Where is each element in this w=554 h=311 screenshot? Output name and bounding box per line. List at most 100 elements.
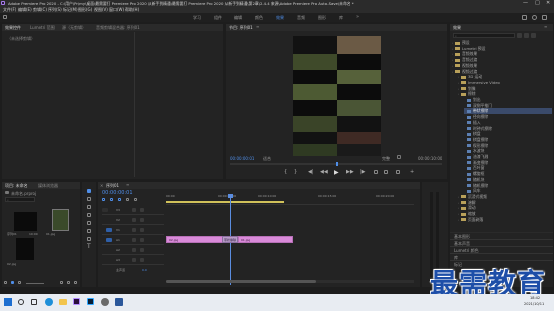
panel-menu-icon[interactable]: ≡ <box>544 24 547 29</box>
edge-icon[interactable] <box>45 298 53 306</box>
tab-source[interactable]: 源（无剪辑） <box>62 25 86 31</box>
timeline-scrollbar[interactable] <box>166 280 414 283</box>
export-frame-icon[interactable] <box>396 170 400 174</box>
project-item[interactable] <box>16 238 34 260</box>
razor-tool-icon[interactable] <box>87 213 91 217</box>
source-patch-v1[interactable] <box>106 228 112 232</box>
step-back-icon[interactable]: ◀| <box>308 169 314 175</box>
selection-tool-icon[interactable] <box>87 189 91 193</box>
add-button-icon[interactable]: + <box>410 169 414 175</box>
settings-wrench-icon[interactable] <box>397 155 401 159</box>
source-patch-a1[interactable] <box>106 238 112 242</box>
clip-02[interactable]: 02.jpg <box>166 236 226 243</box>
program-scrubber[interactable] <box>230 162 442 166</box>
panel-menu-icon[interactable]: ≡ <box>256 24 259 29</box>
toggle-output-icon[interactable] <box>132 208 136 212</box>
add-marker-icon[interactable] <box>126 198 129 201</box>
search-icon[interactable] <box>532 15 537 20</box>
mute-icon[interactable] <box>132 238 136 242</box>
work-area-bar[interactable] <box>166 201 284 203</box>
tab-project[interactable]: 项目: 未命名 <box>5 183 28 189</box>
icon-view-icon[interactable] <box>18 281 21 284</box>
timeline-sequence-tab[interactable]: 序列01 <box>106 183 119 189</box>
yuv-icon[interactable] <box>531 33 536 38</box>
linked-selection-icon[interactable] <box>118 198 121 201</box>
clock-date[interactable]: 2021/10/11 <box>524 302 544 306</box>
play-icon[interactable]: ▶ <box>334 169 339 176</box>
solo-icon[interactable] <box>140 258 144 262</box>
ripple-edit-tool-icon[interactable] <box>87 205 91 209</box>
workspace-tab-assembly[interactable]: 组件 <box>214 15 222 21</box>
effects-title[interactable]: 效果 <box>453 25 461 31</box>
transition-band-wipe[interactable]: 带状擦除 <box>222 236 238 243</box>
clip-01[interactable]: 01.jpg <box>238 236 293 243</box>
tab-media-browser[interactable]: 媒体浏览器 <box>38 183 58 189</box>
playhead-handle[interactable] <box>228 194 233 198</box>
lock-icon[interactable] <box>4 281 7 284</box>
timeline-ruler[interactable]: 00:00 00:00:05:00 00:00:10:00 00:00:15:0… <box>166 191 414 205</box>
nest-icon[interactable] <box>102 198 105 201</box>
hand-tool-icon[interactable] <box>87 237 91 241</box>
accelerated-effects-icon[interactable] <box>517 33 522 38</box>
task-view-icon[interactable] <box>31 299 37 305</box>
workspace-tab-audio[interactable]: 音频 <box>297 15 305 21</box>
workspace-tab-graphics[interactable]: 图形 <box>318 15 326 21</box>
workspace-tab-color[interactable]: 颜色 <box>255 15 263 21</box>
project-item[interactable] <box>14 212 37 231</box>
forward-icon[interactable]: ▶▶ <box>346 169 354 175</box>
tab-lumetri-scopes[interactable]: Lumetri 范围 <box>30 25 55 31</box>
word-icon[interactable] <box>115 298 123 306</box>
type-tool-icon[interactable]: T <box>87 243 91 250</box>
premiere-taskbar-icon[interactable] <box>73 298 80 305</box>
rewind-icon[interactable]: ◀◀ <box>320 169 328 175</box>
panel-menu-icon[interactable]: ≡ <box>126 182 129 187</box>
snap-icon[interactable] <box>110 198 113 201</box>
quality-dropdown[interactable]: 完整 <box>382 156 390 162</box>
mute-icon[interactable] <box>132 258 136 262</box>
close-tab-icon[interactable]: ✕ <box>100 183 105 188</box>
lift-icon[interactable] <box>374 170 378 174</box>
program-monitor-title[interactable]: 节目: 序列01 <box>229 25 253 31</box>
clock-time[interactable]: 18:42 <box>530 296 540 300</box>
slip-tool-icon[interactable] <box>87 221 91 225</box>
mark-in-icon[interactable]: { <box>284 169 287 175</box>
home-icon[interactable] <box>3 15 7 19</box>
windows-start-icon[interactable] <box>4 298 12 306</box>
workspace-tab-effects[interactable]: 效果 <box>276 15 284 21</box>
effects-search-bar[interactable]: ⌕ <box>453 33 515 38</box>
timeline-timecode[interactable]: 00:00:00:01 <box>102 190 133 196</box>
solo-icon[interactable] <box>140 248 144 252</box>
chat-icon[interactable] <box>542 15 547 20</box>
trash-icon[interactable] <box>74 281 77 284</box>
list-view-icon[interactable] <box>11 281 14 284</box>
32bit-icon[interactable] <box>524 33 529 38</box>
program-playhead[interactable] <box>336 162 338 166</box>
workspace-tab-editing[interactable]: 编辑 <box>234 15 242 21</box>
extract-icon[interactable] <box>384 170 388 174</box>
solo-icon[interactable] <box>140 238 144 242</box>
scrollbar-thumb[interactable] <box>166 280 316 283</box>
lock-track-icon[interactable] <box>140 218 144 222</box>
source-patch[interactable] <box>102 208 108 212</box>
fit-dropdown[interactable]: 适合 <box>263 156 271 162</box>
maximize-button[interactable]: □ <box>535 0 540 6</box>
mark-out-icon[interactable]: } <box>294 169 297 175</box>
workspace-tab-libraries[interactable]: 库 <box>339 15 343 21</box>
effect-folder[interactable]: › 页面剥落 <box>458 217 552 223</box>
minimize-button[interactable]: — <box>523 0 528 6</box>
track-select-tool-icon[interactable] <box>87 197 91 201</box>
settings-taskbar-icon[interactable] <box>101 298 109 306</box>
close-button[interactable]: ✕ <box>546 0 550 6</box>
workspace-more-icon[interactable]: » <box>356 14 359 20</box>
program-timecode[interactable]: 00:00:00:01 <box>230 156 254 161</box>
tab-audio-mixer[interactable]: 音频剪辑混合器: 序列01 <box>96 25 140 31</box>
search-taskbar-icon[interactable] <box>18 299 24 305</box>
timeline-settings-icon[interactable] <box>134 198 137 201</box>
lock-track-icon[interactable] <box>140 208 144 212</box>
project-item[interactable] <box>52 209 69 231</box>
project-search[interactable]: ⌕ <box>5 197 35 202</box>
lock-track-icon[interactable] <box>140 228 144 232</box>
step-forward-icon[interactable]: |▶ <box>360 169 366 175</box>
toggle-output-icon[interactable] <box>132 228 136 232</box>
workspace-tab-learn[interactable]: 学习 <box>193 15 201 21</box>
